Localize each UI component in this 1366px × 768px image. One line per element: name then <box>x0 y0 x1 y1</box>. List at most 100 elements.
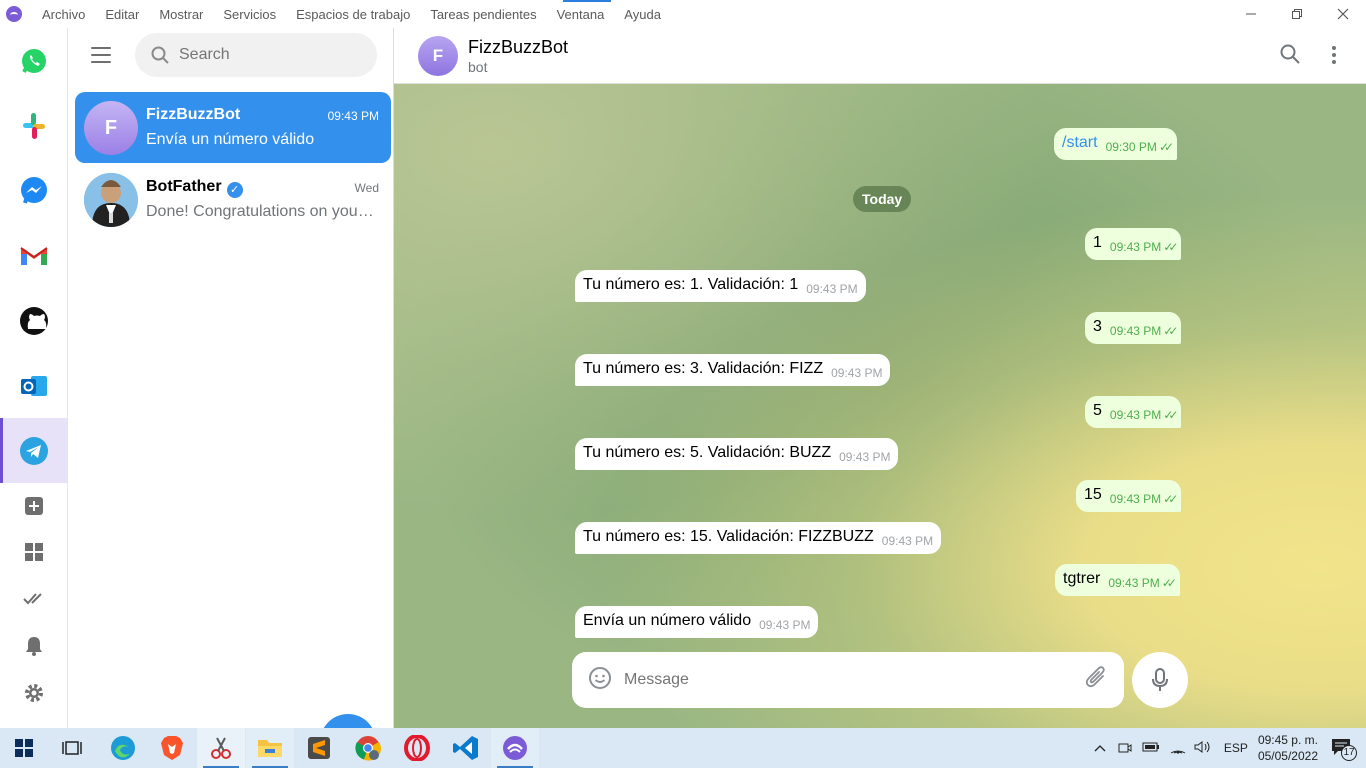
tray-chevron[interactable] <box>1094 741 1106 755</box>
taskbar-brave[interactable] <box>158 734 186 762</box>
menu-button[interactable] <box>91 47 111 63</box>
app-logo-icon <box>6 6 22 22</box>
menu-espacios[interactable]: Espacios de trabajo <box>286 7 420 22</box>
chevron-up-icon <box>1094 745 1106 752</box>
start-button[interactable] <box>10 734 38 762</box>
message-incoming[interactable]: Tu número es: 5. Validación: BUZZ 09:43 P… <box>575 438 899 470</box>
message-input[interactable] <box>624 671 1064 689</box>
close-icon <box>1337 8 1349 20</box>
rail-slack[interactable] <box>0 93 68 158</box>
message-outgoing[interactable]: tgtrer 09:43 PM ✓✓ <box>1055 564 1180 596</box>
rail-notifications[interactable] <box>0 623 68 669</box>
menu-archivo[interactable]: Archivo <box>32 7 95 22</box>
emoji-button[interactable] <box>588 666 612 695</box>
rail-add-service[interactable] <box>0 483 68 529</box>
search-box[interactable] <box>135 33 377 77</box>
rail-outlook[interactable] <box>0 353 68 418</box>
restore-button[interactable] <box>1274 0 1320 28</box>
read-ticks-icon: ✓✓ <box>1163 240 1178 254</box>
task-view-button[interactable] <box>58 734 86 762</box>
webcam-icon <box>1118 743 1132 752</box>
menu-mostrar[interactable]: Mostrar <box>149 7 213 22</box>
message-time: 09:43 PM <box>1109 324 1162 338</box>
folder-icon <box>258 740 282 757</box>
chat-search-button[interactable] <box>1280 44 1300 69</box>
new-chat-button[interactable] <box>320 714 376 728</box>
message-incoming[interactable]: Tu número es: 3. Validación: FIZZ 09:43 P… <box>575 354 891 386</box>
more-options-button[interactable] <box>1332 46 1336 67</box>
speaker-icon <box>1194 740 1210 753</box>
chat-title[interactable]: FizzBuzzBot <box>468 37 568 58</box>
messenger-icon <box>21 176 47 204</box>
rail-workspaces[interactable] <box>0 529 68 575</box>
message-text[interactable]: /start <box>1062 134 1098 151</box>
rail-settings[interactable] <box>0 670 68 716</box>
message-outgoing[interactable]: /start 09:30 PM ✓✓ <box>1054 128 1178 160</box>
taskbar-snip[interactable] <box>207 734 235 762</box>
chat-item-fizzbuzzbot[interactable]: F FizzBuzzBot 09:43 PM Envía un número v… <box>75 92 391 163</box>
rail-messenger[interactable] <box>0 158 68 223</box>
menu-editar[interactable]: Editar <box>95 7 149 22</box>
taskbar-sublime[interactable] <box>305 734 333 762</box>
message-incoming[interactable]: Tu número es: 15. Validación: FIZZBUZZ 09… <box>575 522 942 554</box>
message-outgoing[interactable]: 3 09:43 PM ✓✓ <box>1085 312 1182 344</box>
menu-ayuda[interactable]: Ayuda <box>614 7 671 22</box>
tray-language[interactable]: ESP <box>1224 741 1248 755</box>
taskbar-ferdi[interactable] <box>501 734 529 762</box>
windows-taskbar: ESP 09:45 p. m. 05/05/2022 17 <box>0 728 1366 768</box>
clock-date: 05/05/2022 <box>1257 749 1318 763</box>
github-icon <box>20 306 48 335</box>
search-input[interactable] <box>179 46 359 64</box>
opera-icon <box>404 735 430 761</box>
menu-servicios[interactable]: Servicios <box>213 7 286 22</box>
paperclip-icon <box>1085 665 1105 687</box>
message-outgoing[interactable]: 5 09:43 PM ✓✓ <box>1085 396 1182 428</box>
minimize-button[interactable] <box>1228 0 1274 28</box>
rail-gmail[interactable] <box>0 223 68 288</box>
add-icon <box>25 497 43 515</box>
menu-ventana[interactable]: Ventana <box>547 7 615 22</box>
tray-wifi[interactable] <box>1170 740 1186 757</box>
message-incoming[interactable]: Envía un número válido 09:43 PM <box>575 606 819 638</box>
taskbar-vscode[interactable] <box>452 734 480 762</box>
rail-github[interactable] <box>0 288 68 353</box>
taskbar-chrome[interactable] <box>354 734 382 762</box>
chat-subtitle: bot <box>468 59 488 75</box>
message-incoming[interactable]: Tu número es: 1. Validación: 1 09:43 PM <box>575 270 866 302</box>
taskbar-explorer[interactable] <box>256 734 284 762</box>
microphone-icon <box>1152 668 1168 691</box>
header-avatar[interactable]: F <box>418 36 458 76</box>
rail-whatsapp[interactable] <box>0 28 68 93</box>
taskbar-opera[interactable] <box>403 734 431 762</box>
message-outgoing[interactable]: 1 09:43 PM ✓✓ <box>1085 228 1182 260</box>
ferdi-icon <box>503 736 527 760</box>
message-time: 09:43 PM <box>1108 576 1160 590</box>
menu-tareas[interactable]: Tareas pendientes <box>420 7 546 22</box>
tray-meet[interactable] <box>1118 740 1132 757</box>
services-rail <box>0 28 68 728</box>
avatar <box>84 173 138 227</box>
chat-item-botfather[interactable]: BotFather ✓ Wed Done! Congratulations on … <box>75 164 391 235</box>
chat-time: 09:43 PM <box>327 109 379 123</box>
botfather-avatar-icon <box>84 173 138 227</box>
tray-clock[interactable]: 09:45 p. m. 05/05/2022 <box>1258 732 1318 764</box>
windows-logo-icon <box>15 739 33 757</box>
close-button[interactable] <box>1320 0 1366 28</box>
read-ticks-icon: ✓✓ <box>1158 140 1174 154</box>
message-text: Envía un número válido <box>583 612 752 629</box>
bell-icon <box>26 637 42 656</box>
task-view-icon <box>62 741 82 755</box>
tray-battery[interactable] <box>1142 741 1160 756</box>
attach-button[interactable] <box>1085 665 1108 695</box>
chat-list-panel: F FizzBuzzBot 09:43 PM Envía un número v… <box>68 28 394 728</box>
message-composer <box>572 652 1124 708</box>
rail-todos[interactable] <box>0 576 68 622</box>
message-outgoing[interactable]: 15 09:43 PM ✓✓ <box>1076 480 1182 512</box>
voice-record-button[interactable] <box>1132 652 1188 708</box>
notification-center-button[interactable]: 17 <box>1330 737 1357 761</box>
tray-volume[interactable] <box>1194 740 1212 757</box>
taskbar-edge[interactable] <box>109 734 137 762</box>
rail-telegram[interactable] <box>0 418 68 483</box>
message-time: 09:43 PM <box>1109 408 1162 422</box>
message-text: 1 <box>1093 234 1102 251</box>
